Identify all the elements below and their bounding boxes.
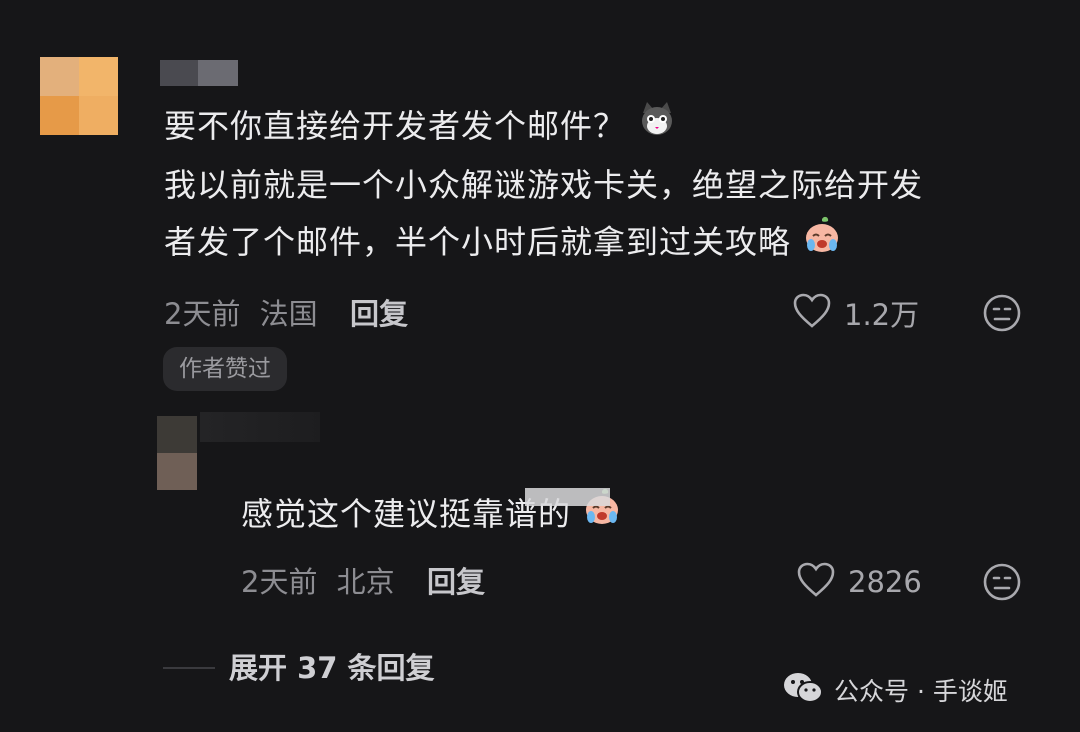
watermark: 公众号 · 手谈姬: [782, 670, 1008, 710]
author-liked-badge: 作者赞过: [163, 347, 287, 391]
mention-blurred: [525, 488, 610, 506]
comment-like-button[interactable]: 1.2万: [792, 292, 919, 334]
comment-reply-button[interactable]: 回复: [350, 294, 408, 334]
expand-replies-divider: [163, 667, 215, 669]
reply-time: 2天前: [241, 565, 318, 599]
commenter-avatar[interactable]: [40, 57, 118, 135]
expand-replies-button[interactable]: 展开 37 条回复: [229, 648, 435, 688]
comment-location: 法国: [259, 297, 318, 331]
reply-meta: 2天前 北京: [241, 562, 395, 602]
comment-time: 2天前: [164, 297, 241, 331]
comment-line-1: 要不你直接给开发者发个邮件？: [164, 98, 1044, 157]
replier-avatar[interactable]: [157, 416, 197, 490]
replier-username-blurred[interactable]: [200, 412, 320, 442]
comment-like-count: 1.2万: [844, 298, 920, 332]
comment-reaction-button[interactable]: [982, 293, 1022, 337]
comment-line-3: 者发了个邮件，半个小时后就拿到过关攻略: [164, 214, 1044, 273]
neutral-face-icon: [982, 294, 1022, 337]
reply-like-button[interactable]: 2826: [796, 561, 922, 603]
neutral-face-icon: [982, 563, 1022, 606]
wechat-icon: [782, 670, 824, 710]
cat-emoji-icon: [637, 99, 677, 157]
comment-line-2: 我以前就是一个小众解谜游戏卡关，绝望之际给开发: [164, 166, 924, 204]
heart-outline-icon: [792, 292, 832, 334]
comment-text: 要不你直接给开发者发个邮件？ 我以前就是一个小众解谜游戏卡关，绝望之际给开发 者…: [164, 98, 1044, 273]
reply-reply-button[interactable]: 回复: [427, 562, 485, 602]
reply-location: 北京: [336, 565, 395, 599]
reply-reaction-button[interactable]: [982, 562, 1022, 606]
commenter-username-blurred[interactable]: [160, 60, 238, 86]
watermark-label: 公众号 · 手谈姬: [834, 677, 1008, 706]
heart-outline-icon: [796, 561, 836, 603]
crying-face-emoji-icon: [802, 215, 842, 273]
reply-like-count: 2826: [848, 565, 922, 599]
comment-meta: 2天前 法国: [164, 294, 318, 334]
